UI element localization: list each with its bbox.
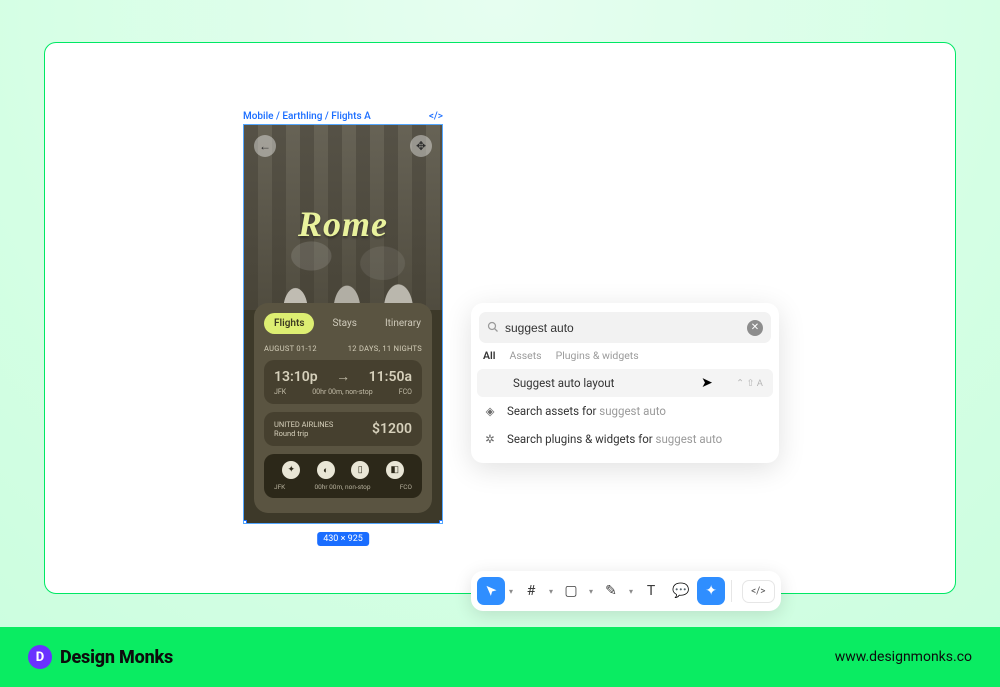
toolbar: ▾ #▾ ▢▾ ✎▾ T 💬 ✦ </>	[471, 571, 781, 611]
qa-plugins-query: suggest auto	[656, 432, 723, 446]
pen-tool[interactable]: ✎	[597, 577, 625, 605]
resize-handle-br[interactable]	[439, 520, 443, 524]
canvas-panel: Mobile / Earthling / Flights A </> ← ✥ R…	[44, 42, 956, 594]
move-icon[interactable]: ✥	[410, 135, 432, 157]
qa-plugins-prefix: Search plugins & widgets for	[507, 432, 656, 446]
destination-title: Rome	[244, 203, 442, 245]
price: $1200	[372, 421, 412, 437]
bottom-duration: 00hr 00m, non-stop	[314, 483, 370, 491]
qa-assets-query: suggest auto	[599, 404, 666, 418]
selected-frame[interactable]: Mobile / Earthling / Flights A </> ← ✥ R…	[243, 111, 443, 524]
divider	[731, 580, 732, 602]
caret-icon[interactable]: ▾	[587, 587, 595, 596]
footer: D Design Monks www.designmonks.co	[0, 627, 1000, 687]
duration: 12 DAYS, 11 NIGHTS	[348, 344, 422, 353]
qa-item-suggest-auto-layout[interactable]: Suggest auto layout ⌃ ⇧ A	[477, 369, 773, 397]
frame-breadcrumb: Mobile / Earthling / Flights A </>	[243, 111, 443, 124]
airline: UNITED AIRLINES	[274, 420, 333, 429]
flight-duration: 00hr 00m, non-stop	[286, 388, 399, 396]
nav-bar: ✦ ◐ ▯ ◧ JFK 00hr 00m, non-stop FCO	[264, 454, 422, 498]
trip-tabs: Flights Stays Itinerary	[264, 313, 422, 334]
hero-image: ← ✥ Rome	[244, 125, 442, 310]
qa-tab-all[interactable]: All	[483, 349, 495, 362]
quick-actions-panel: ✕ All Assets Plugins & widgets Suggest a…	[471, 303, 779, 463]
arrive-code: FCO	[399, 388, 412, 396]
depart-code: JFK	[274, 388, 286, 396]
qa-tab-assets[interactable]: Assets	[509, 349, 541, 362]
trip-card: Flights Stays Itinerary AUGUST 01-12 12 …	[254, 303, 432, 513]
brand: D Design Monks	[28, 645, 173, 669]
bottom-arr: FCO	[400, 483, 412, 491]
nav-globe-icon[interactable]: ◐	[317, 461, 335, 479]
arrive-time: 11:50a	[369, 369, 412, 385]
flight-arrow-icon: →	[336, 368, 350, 385]
resize-handle-bl[interactable]	[243, 520, 247, 524]
actions-tool[interactable]: ✦	[697, 577, 725, 605]
qa-shortcut: ⌃ ⇧ A	[736, 378, 763, 389]
brand-url: www.designmonks.co	[835, 649, 972, 665]
search-icon	[487, 318, 499, 337]
comment-tool[interactable]: 💬	[667, 577, 695, 605]
tab-itinerary[interactable]: Itinerary	[375, 313, 431, 334]
back-icon[interactable]: ←	[254, 135, 276, 157]
tab-flights[interactable]: Flights	[264, 313, 314, 334]
caret-icon[interactable]: ▾	[547, 587, 555, 596]
clear-icon[interactable]: ✕	[747, 320, 763, 336]
assets-icon: ◈	[483, 404, 497, 418]
frame-path: Mobile / Earthling / Flights A	[243, 111, 371, 122]
search-input[interactable]	[505, 321, 747, 335]
dates-row: AUGUST 01-12 12 DAYS, 11 NIGHTS	[264, 344, 422, 353]
mobile-frame[interactable]: ← ✥ Rome Flights Stays Itinerary AUGUST …	[243, 124, 443, 524]
nav-explore-icon[interactable]: ✦	[282, 461, 300, 479]
qa-item-search-assets[interactable]: ◈ Search assets for suggest auto	[471, 397, 779, 425]
date-range: AUGUST 01-12	[264, 344, 317, 353]
price-box[interactable]: UNITED AIRLINES Round trip $1200	[264, 412, 422, 446]
brand-name: Design Monks	[60, 647, 173, 668]
move-tool[interactable]	[477, 577, 505, 605]
caret-icon[interactable]: ▾	[507, 587, 515, 596]
search-field[interactable]: ✕	[479, 312, 771, 343]
caret-icon[interactable]: ▾	[627, 587, 635, 596]
depart-time: 13:10p	[274, 369, 318, 385]
trip-type: Round trip	[274, 429, 333, 438]
nav-note-icon[interactable]: ▯	[351, 461, 369, 479]
dev-mode-toggle[interactable]: </>	[742, 580, 774, 603]
qa-tab-plugins[interactable]: Plugins & widgets	[556, 349, 639, 362]
frame-tool[interactable]: #	[517, 577, 545, 605]
bottom-dep: JFK	[274, 483, 285, 491]
nav-profile-icon[interactable]: ◧	[386, 461, 404, 479]
shape-tool[interactable]: ▢	[557, 577, 585, 605]
qa-assets-prefix: Search assets for	[507, 404, 599, 418]
qa-item-search-plugins[interactable]: ✲ Search plugins & widgets for suggest a…	[471, 425, 779, 453]
frame-code-icon[interactable]: </>	[429, 111, 443, 122]
qa-label: Suggest auto layout	[513, 376, 614, 390]
text-tool[interactable]: T	[637, 577, 665, 605]
logo-icon: D	[28, 645, 52, 669]
flight-box[interactable]: 13:10p → 11:50a JFK 00hr 00m, non-stop F…	[264, 360, 422, 404]
plugins-icon: ✲	[483, 432, 497, 446]
qa-tabs: All Assets Plugins & widgets	[471, 349, 779, 369]
dimensions-pill: 430 × 925	[317, 532, 369, 546]
tab-stays[interactable]: Stays	[322, 313, 366, 334]
